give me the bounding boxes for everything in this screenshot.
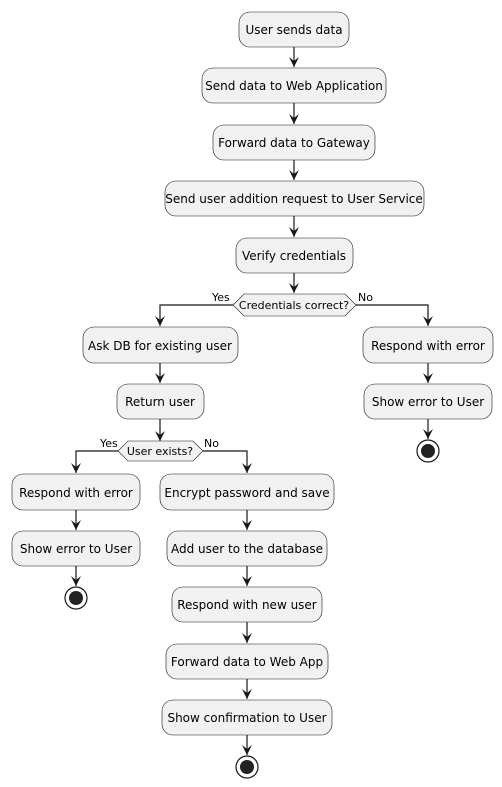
action-show-error-right: Show error to User: [363, 383, 493, 420]
action-forward-to-gateway: Forward data to Gateway: [212, 124, 376, 161]
end-node-bottom: [235, 755, 259, 779]
branch-no-label: No: [358, 291, 373, 304]
action-encrypt-password: Encrypt password and save: [159, 473, 335, 511]
action-label: Send data to Web Application: [205, 79, 383, 93]
decision-credentials-correct: Credentials correct?: [232, 293, 357, 317]
decision-label: User exists?: [127, 445, 193, 458]
action-label: Encrypt password and save: [164, 486, 329, 500]
action-label: User sends data: [245, 23, 342, 37]
action-send-user-addition-request: Send user addition request to User Servi…: [164, 180, 425, 217]
action-label: Ask DB for existing user: [88, 339, 232, 353]
action-respond-with-error-right: Respond with error: [362, 326, 494, 364]
action-label: Forward data to Gateway: [218, 136, 370, 150]
action-label: Respond with error: [19, 486, 133, 500]
end-node-right: [416, 439, 440, 463]
action-label: Send user addition request to User Servi…: [165, 192, 423, 206]
action-label: Respond with error: [371, 339, 485, 353]
action-return-user: Return user: [116, 383, 205, 420]
action-label: Show confirmation to User: [167, 711, 326, 725]
action-send-to-web-app: Send data to Web Application: [201, 67, 387, 104]
action-label: Return user: [125, 395, 195, 409]
branch-yes-label: Yes: [211, 291, 230, 304]
action-label: Respond with new user: [177, 598, 317, 612]
branch-no-label: No: [204, 437, 219, 450]
action-respond-with-error-left: Respond with error: [11, 473, 141, 511]
action-add-user-db: Add user to the database: [166, 530, 328, 567]
branch-yes-label: Yes: [99, 437, 118, 450]
action-show-confirmation: Show confirmation to User: [161, 699, 333, 736]
action-label: Forward data to Web App: [171, 655, 323, 669]
decision-user-exists: User exists?: [117, 440, 204, 462]
end-node-left: [64, 586, 88, 610]
action-label: Add user to the database: [171, 542, 323, 556]
action-verify-credentials: Verify credentials: [235, 237, 354, 274]
activity-diagram: User sends data Send data to Web Applica…: [11, 11, 494, 779]
action-forward-web-app: Forward data to Web App: [165, 643, 329, 680]
action-label: Show error to User: [20, 542, 132, 556]
action-respond-new-user: Respond with new user: [171, 586, 323, 623]
decision-label: Credentials correct?: [239, 299, 349, 312]
action-label: Verify credentials: [242, 249, 346, 263]
action-user-sends-data: User sends data: [238, 11, 350, 48]
action-show-error-left: Show error to User: [11, 530, 141, 567]
action-label: Show error to User: [372, 395, 484, 409]
action-ask-db-existing-user: Ask DB for existing user: [82, 326, 239, 364]
